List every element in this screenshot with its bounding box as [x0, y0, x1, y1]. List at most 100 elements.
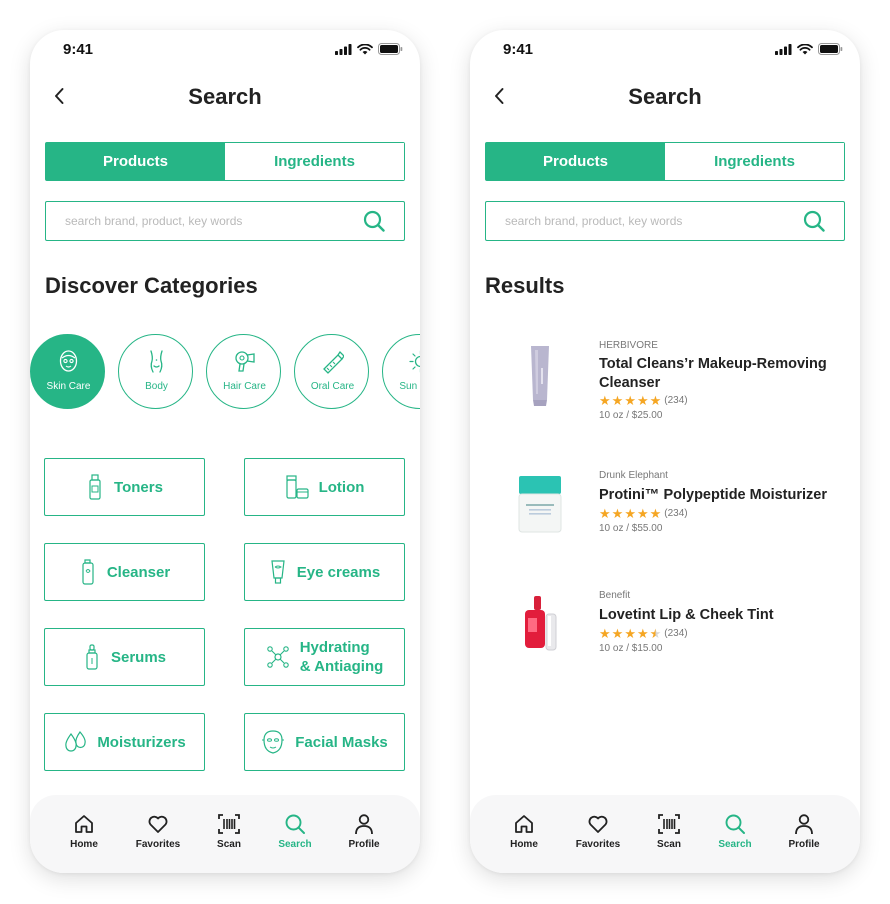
tile-label: Hydrating & Antiaging	[299, 639, 384, 675]
category-carousel[interactable]: Skin Care Body Hair Care Oral Care Sun C…	[30, 334, 420, 410]
category-skin-care[interactable]: Skin Care	[30, 334, 105, 409]
tab-label: Search	[718, 839, 752, 850]
tab-label: Home	[510, 839, 538, 850]
result-name: Lovetint Lip & Cheek Tint	[599, 607, 774, 623]
category-label: Sun Care	[399, 381, 420, 392]
category-hair-care[interactable]: Hair Care	[206, 334, 281, 409]
hair-dryer-icon	[235, 351, 255, 372]
category-label: Hair Care	[223, 381, 266, 392]
tab-search[interactable]: Search	[705, 813, 765, 850]
tile-toners[interactable]: Toners	[44, 458, 205, 516]
tile-cleanser[interactable]: Cleanser	[44, 543, 205, 601]
barcode-icon	[218, 814, 240, 834]
search-bar	[45, 201, 405, 241]
result-price: 10 oz / $55.00	[599, 523, 663, 534]
wifi-icon	[797, 43, 813, 54]
molecule-icon	[266, 646, 289, 668]
heart-icon	[148, 815, 168, 833]
search-icon[interactable]	[803, 210, 825, 232]
status-time: 9:41	[503, 41, 534, 58]
cleanser-bottle-icon	[82, 559, 94, 585]
tile-facial-masks[interactable]: Facial Masks	[244, 713, 405, 771]
wifi-icon	[357, 43, 373, 54]
page-title: Search	[628, 84, 702, 109]
battery-icon	[818, 43, 843, 55]
tab-scan[interactable]: Scan	[199, 813, 259, 850]
star-icon: ★	[599, 393, 611, 408]
category-label: Oral Care	[310, 381, 355, 392]
result-item[interactable]: Drunk Elephant Protini™ Polypeptide Mois…	[485, 470, 845, 560]
results-title: Results	[485, 273, 565, 298]
review-count: (234)	[664, 628, 688, 639]
category-label: Skin Care	[46, 381, 91, 392]
search-screen-categories: 9:41 Search Products Ingredients Discove…	[30, 30, 420, 873]
tab-home[interactable]: Home	[494, 813, 554, 850]
tab-label: Home	[70, 839, 98, 850]
tile-lotion[interactable]: Lotion	[244, 458, 405, 516]
tab-profile[interactable]: Profile	[334, 813, 394, 850]
tab-home[interactable]: Home	[54, 813, 114, 850]
tab-search[interactable]: Search	[265, 813, 325, 850]
star-icon: ★	[636, 626, 649, 641]
search-input[interactable]	[65, 202, 355, 239]
tile-eye-creams[interactable]: Eye creams	[244, 543, 405, 601]
category-sun-care[interactable]: Sun Care	[382, 334, 420, 409]
result-item[interactable]: HERBIVORE Total Cleans’r Makeup-Removing…	[485, 338, 845, 428]
result-brand: HERBIVORE	[599, 340, 658, 351]
result-price: 10 oz / $15.00	[599, 643, 663, 654]
toner-bottle-icon	[89, 474, 101, 500]
tile-moisturizers[interactable]: Moisturizers	[44, 713, 205, 771]
search-icon	[725, 814, 745, 834]
tab-label: Profile	[788, 839, 820, 850]
home-icon	[515, 815, 533, 833]
result-rating: ★ ★ ★ ★ ★ (234)	[599, 394, 688, 407]
star-icon: ★	[636, 393, 649, 408]
tab-scan[interactable]: Scan	[639, 813, 699, 850]
category-body[interactable]: Body	[118, 334, 193, 409]
tile-label: Toners	[114, 478, 163, 496]
bottom-tab-bar: Home Favorites Scan Search Profile	[470, 795, 860, 873]
product-image-lavender-tube	[531, 346, 549, 406]
half-star-icon: ★	[649, 626, 662, 641]
star-icon: ★	[649, 506, 662, 521]
bottom-tab-bar: Home Favorites Scan Search Profile	[30, 795, 420, 873]
tab-products[interactable]: Products	[486, 143, 665, 180]
result-item[interactable]: Benefit Lovetint Lip & Cheek Tint ★ ★ ★ ★ ★ …	[485, 590, 845, 680]
product-image-teal-jar	[518, 476, 562, 533]
star-icon: ★	[636, 506, 649, 521]
tab-label: Favorites	[575, 839, 621, 850]
tab-label: Scan	[217, 839, 241, 850]
home-icon	[75, 815, 93, 833]
category-oral-care[interactable]: Oral Care	[294, 334, 369, 409]
star-icon: ★	[611, 506, 624, 521]
section-title: Discover Categories	[45, 273, 258, 298]
tile-hydrating-antiaging[interactable]: Hydrating & Antiaging	[244, 628, 405, 686]
user-icon	[795, 814, 813, 835]
search-input[interactable]	[505, 202, 795, 239]
search-screen-results: 9:41 Search Products Ingredients Results…	[470, 30, 860, 873]
status-icons	[775, 43, 843, 55]
star-icon: ★	[624, 393, 636, 408]
tab-ingredients[interactable]: Ingredients	[665, 143, 844, 180]
cellular-signal-icon	[775, 43, 792, 55]
tab-favorites[interactable]: Favorites	[568, 813, 628, 850]
tab-profile[interactable]: Profile	[774, 813, 834, 850]
tile-label: Lotion	[318, 478, 365, 496]
result-brand: Drunk Elephant	[599, 470, 668, 481]
tile-label: Moisturizers	[97, 733, 186, 751]
face-mask-icon	[59, 350, 78, 372]
page-title: Search	[188, 84, 262, 109]
result-name: Total Cleans’r Makeup-Removing Cleanser	[599, 356, 827, 391]
search-bar	[485, 201, 845, 241]
star-icon: ★	[611, 626, 624, 641]
heart-icon	[588, 815, 608, 833]
tab-favorites[interactable]: Favorites	[128, 813, 188, 850]
tab-products[interactable]: Products	[46, 143, 225, 180]
tab-ingredients[interactable]: Ingredients	[225, 143, 404, 180]
search-icon[interactable]	[363, 210, 385, 232]
barcode-icon	[658, 814, 680, 834]
search-icon	[285, 814, 305, 834]
tile-serums[interactable]: Serums	[44, 628, 205, 686]
result-rating: ★ ★ ★ ★ ★ (234)	[599, 627, 688, 640]
star-icon: ★	[611, 393, 624, 408]
